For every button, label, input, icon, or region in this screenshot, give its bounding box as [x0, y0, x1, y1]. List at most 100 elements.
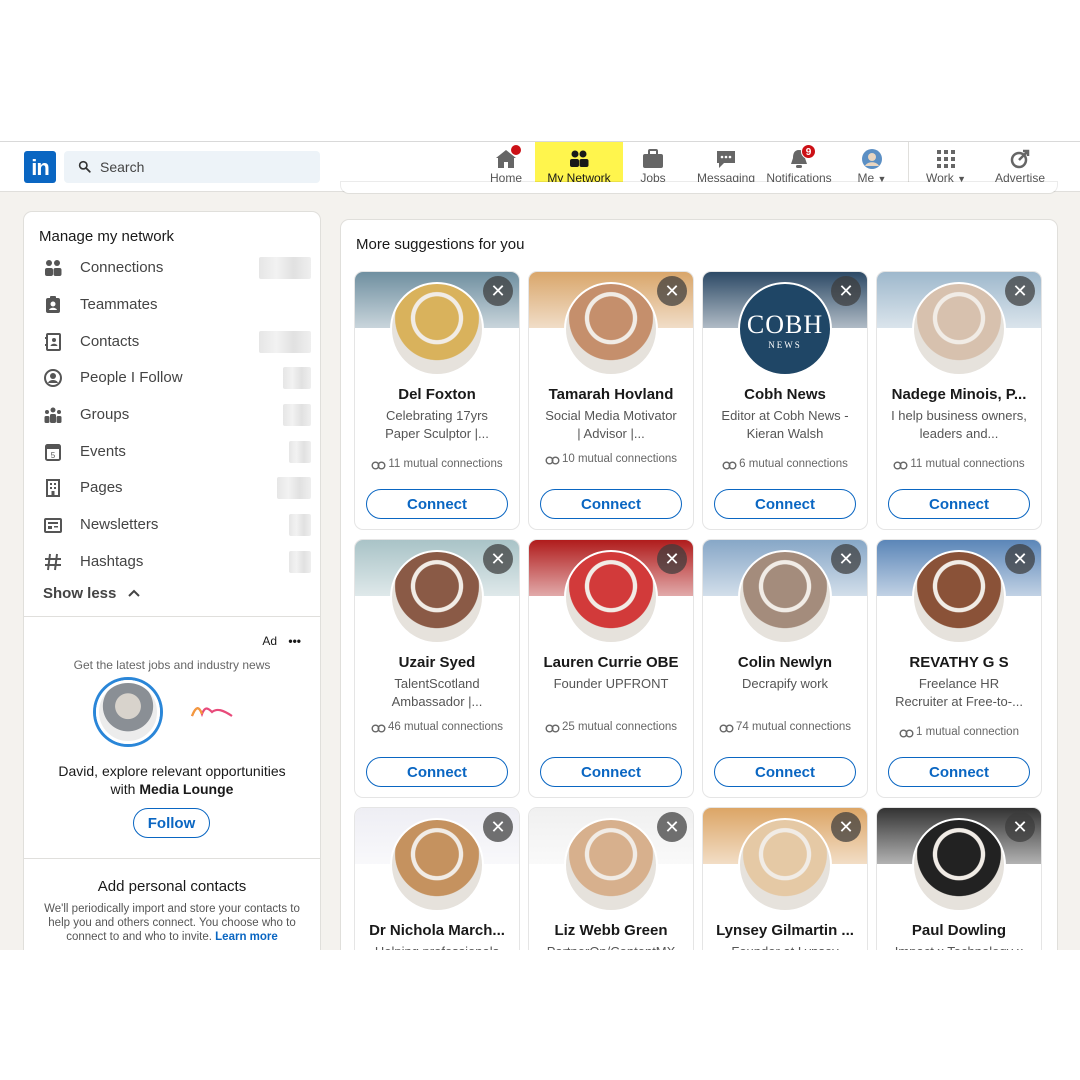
profile-photo[interactable]: [390, 282, 484, 376]
suggestion-card[interactable]: ✕Paul DowlingImpact x Technology xConnec…: [877, 808, 1041, 950]
count-blurred: [289, 441, 311, 463]
person-follow-icon: [44, 369, 62, 387]
suggestion-headline: Founder at Lynsey: [717, 943, 853, 950]
profile-photo[interactable]: [912, 550, 1006, 644]
mutual-connections-icon: [899, 727, 914, 738]
dismiss-icon[interactable]: ✕: [831, 276, 861, 306]
dismiss-icon[interactable]: ✕: [1005, 544, 1035, 574]
mutual-connections-icon: [545, 454, 560, 465]
show-less-label: Show less: [43, 585, 117, 602]
dismiss-icon[interactable]: ✕: [1005, 812, 1035, 842]
suggestion-name[interactable]: Lauren Currie OBE: [533, 654, 689, 671]
sidebar-item-contacts[interactable]: Contacts: [43, 327, 313, 357]
suggestion-card[interactable]: ✕ Tamarah Hovland Social Media Motivator |…: [529, 272, 693, 529]
connect-button[interactable]: Connect: [540, 757, 682, 787]
more-options-icon[interactable]: •••: [288, 634, 301, 648]
sidebar-item-newsletters[interactable]: Newsletters: [43, 510, 313, 540]
sidebar-item-label: Hashtags: [80, 553, 144, 570]
mutual-connections-icon: [371, 459, 386, 470]
mutual-connections-icon: [545, 722, 560, 733]
connect-button[interactable]: Connect: [888, 757, 1030, 787]
sidebar-item-people-i-follow[interactable]: People I Follow: [43, 363, 313, 393]
dismiss-icon[interactable]: ✕: [831, 812, 861, 842]
home-icon: [494, 144, 522, 170]
follow-button[interactable]: Follow: [133, 808, 210, 838]
count-blurred: [283, 367, 311, 389]
suggestion-card[interactable]: ✕ Colin Newlyn Decrapify work 74 mutual con…: [703, 540, 867, 797]
suggestion-name[interactable]: Lynsey Gilmartin ...: [707, 922, 863, 939]
sidebar-item-events[interactable]: 5 Events: [43, 437, 313, 467]
dismiss-icon[interactable]: ✕: [657, 812, 687, 842]
sidebar-item-hashtags[interactable]: Hashtags: [43, 547, 313, 577]
media-lounge-logo: [190, 707, 233, 718]
sidebar-item-label: Pages: [80, 479, 123, 496]
search-input[interactable]: [100, 151, 310, 183]
dismiss-icon[interactable]: ✕: [657, 544, 687, 574]
search-box[interactable]: [64, 151, 320, 183]
connect-button[interactable]: Connect: [366, 489, 508, 519]
suggestion-name[interactable]: Nadege Minois, P...: [881, 386, 1037, 403]
connect-button[interactable]: Connect: [540, 489, 682, 519]
suggestion-card[interactable]: ✕ Del Foxton Celebrating 17yrs Paper Sculp…: [355, 272, 519, 529]
sidebar-item-groups[interactable]: Groups: [43, 400, 313, 430]
suggestion-name[interactable]: Del Foxton: [359, 386, 515, 403]
suggestion-card[interactable]: ✕ Nadege Minois, P... I help business owne…: [877, 272, 1041, 529]
suggestion-card[interactable]: ✕ Lauren Currie OBE Founder UPFRONT 25 mutu…: [529, 540, 693, 797]
profile-photo[interactable]: COBH NEWS: [738, 282, 832, 376]
previous-section-edge: [341, 182, 1057, 193]
learn-more-link[interactable]: Learn more: [215, 931, 278, 943]
suggestion-name[interactable]: Cobh News: [707, 386, 863, 403]
profile-photo[interactable]: [390, 818, 484, 912]
connect-button[interactable]: Connect: [366, 757, 508, 787]
suggestion-name[interactable]: Paul Dowling: [881, 922, 1037, 939]
svg-text:5: 5: [51, 451, 56, 460]
mutual-connections-icon: [719, 722, 734, 733]
suggestion-card[interactable]: ✕Lynsey Gilmartin ...Founder at LynseyCo…: [703, 808, 867, 950]
suggestion-name[interactable]: Liz Webb Green: [533, 922, 689, 939]
profile-photo[interactable]: [390, 550, 484, 644]
profile-photo[interactable]: [912, 282, 1006, 376]
connect-button[interactable]: Connect: [714, 489, 856, 519]
profile-photo[interactable]: [912, 818, 1006, 912]
mutual-connections: 6 mutual connections: [709, 456, 861, 472]
building-icon: [46, 479, 60, 497]
suggestion-name[interactable]: REVATHY G S: [881, 654, 1037, 671]
personal-contacts-text: We'll periodically import and store your…: [38, 902, 306, 944]
dismiss-icon[interactable]: ✕: [831, 544, 861, 574]
suggestion-card[interactable]: ✕ Dr Nichola March... Helping professional…: [355, 808, 519, 950]
suggestion-name[interactable]: Colin Newlyn: [707, 654, 863, 671]
suggestion-name[interactable]: Tamarah Hovland: [533, 386, 689, 403]
sidebar-item-pages[interactable]: Pages: [43, 473, 313, 503]
sidebar-item-teammates[interactable]: Teammates: [43, 290, 313, 320]
profile-photo[interactable]: [738, 550, 832, 644]
dismiss-icon[interactable]: ✕: [657, 276, 687, 306]
suggestion-headline: Founder UPFRONT: [553, 676, 669, 691]
profile-photo[interactable]: [564, 550, 658, 644]
sidebar-item-connections[interactable]: Connections: [43, 253, 313, 283]
suggestion-card[interactable]: ✕Liz Webb GreenPartnerOn/ContentMXConnec…: [529, 808, 693, 950]
suggestion-card[interactable]: COBH NEWS ✕ Cobh News Editor at Cobh News - …: [703, 272, 867, 529]
sidebar-item-label: Connections: [80, 259, 164, 276]
profile-photo[interactable]: [564, 282, 658, 376]
suggestion-headline: Decrapify work: [742, 676, 828, 691]
profile-photo[interactable]: [738, 818, 832, 912]
suggestion-card[interactable]: ✕ Uzair Syed TalentScotland Ambassador |..…: [355, 540, 519, 797]
show-less-toggle[interactable]: Show less: [43, 585, 141, 602]
sidebar-title: Manage my network: [39, 228, 175, 245]
mutual-connections-icon: [893, 459, 908, 470]
suggestion-card[interactable]: ✕ REVATHY G S Freelance HR Recruiter at Fr…: [877, 540, 1041, 797]
connect-button[interactable]: Connect: [714, 757, 856, 787]
people-icon: [45, 260, 62, 276]
suggestion-name[interactable]: Uzair Syed: [359, 654, 515, 671]
connect-button[interactable]: Connect: [888, 489, 1030, 519]
dismiss-icon[interactable]: ✕: [483, 812, 513, 842]
dismiss-icon[interactable]: ✕: [483, 276, 513, 306]
dismiss-icon[interactable]: ✕: [483, 544, 513, 574]
linkedin-logo[interactable]: in: [24, 151, 56, 183]
home-dot: [510, 144, 522, 156]
dismiss-icon[interactable]: ✕: [1005, 276, 1035, 306]
suggestion-name[interactable]: Dr Nichola March...: [359, 922, 515, 939]
mutual-connections-text: 25 mutual connections: [561, 721, 678, 733]
profile-photo[interactable]: [564, 818, 658, 912]
ad-subtitle: Get the latest jobs and industry news: [73, 658, 271, 672]
